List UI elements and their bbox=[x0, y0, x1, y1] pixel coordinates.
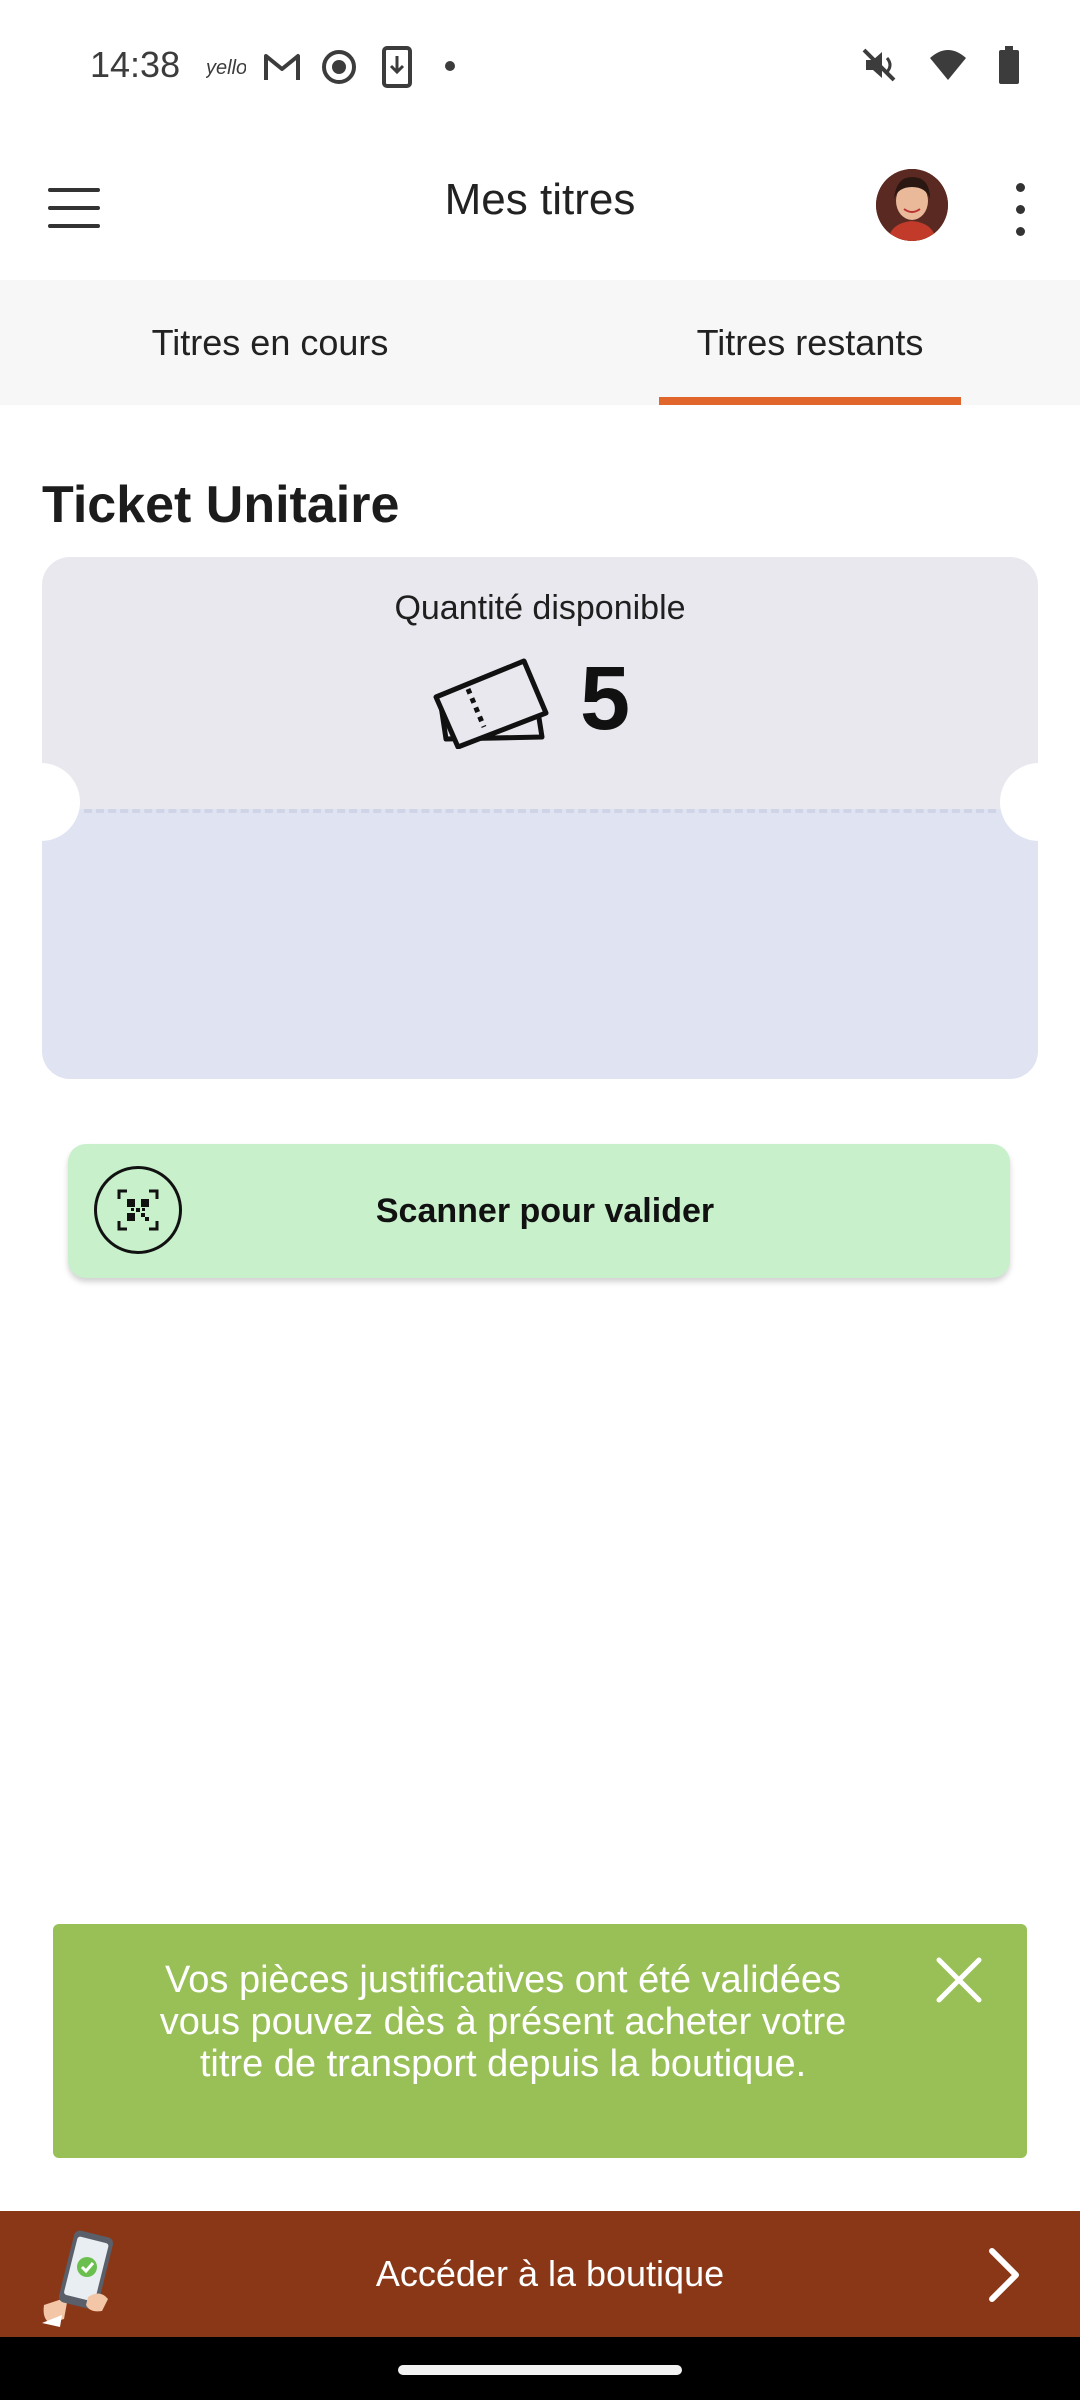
tab-bar: Titres en cours Titres restants bbox=[0, 280, 1080, 405]
system-nav-bar bbox=[0, 2337, 1080, 2400]
gmail-icon bbox=[264, 54, 300, 80]
mute-icon bbox=[862, 48, 896, 82]
shop-button[interactable]: Accéder à la boutique bbox=[0, 2211, 1080, 2337]
ticket-card: Quantité disponible 5 Scanner pour valid… bbox=[38, 557, 1042, 1278]
tab-titres-en-cours[interactable]: Titres en cours bbox=[0, 280, 540, 405]
ticket-perforation bbox=[84, 809, 996, 813]
ticket-icon bbox=[433, 658, 549, 749]
record-icon bbox=[322, 50, 356, 84]
shop-label: Accéder à la boutique bbox=[375, 2253, 725, 2294]
tab-indicator bbox=[659, 397, 961, 405]
svg-text:yello: yello bbox=[206, 57, 246, 79]
home-gesture-handle[interactable] bbox=[398, 2365, 682, 2375]
dot-icon bbox=[445, 61, 455, 71]
scan-to-validate-button[interactable]: Scanner pour valider bbox=[68, 1144, 1010, 1278]
close-icon[interactable] bbox=[931, 1952, 987, 2008]
chevron-right-icon bbox=[989, 2248, 1019, 2302]
snackbar-message: Vos pièces justificatives ont été validé… bbox=[159, 1959, 847, 2085]
tab-titres-restants[interactable]: Titres restants bbox=[540, 280, 1080, 405]
quantity-value: 5 bbox=[580, 648, 631, 749]
wifi-icon bbox=[930, 50, 966, 80]
status-bar: 14:38 yello bbox=[0, 0, 1080, 135]
more-vert-icon[interactable] bbox=[1000, 175, 1040, 245]
ticket-card-bottom: Scanner pour valider bbox=[42, 809, 1038, 1278]
app-bar: Mes titres bbox=[0, 135, 1080, 280]
scan-button-label: Scanner pour valider bbox=[375, 1192, 715, 1230]
quantity-label: Quantité disponible bbox=[394, 589, 686, 627]
snackbar: Vos pièces justificatives ont été validé… bbox=[53, 1924, 1027, 2158]
section-title: Ticket Unitaire bbox=[42, 476, 400, 534]
battery-icon bbox=[999, 46, 1019, 84]
status-time: 14:38 bbox=[90, 44, 181, 85]
download-icon bbox=[382, 46, 412, 88]
ticket-card-top: Quantité disponible 5 bbox=[42, 557, 1038, 809]
yello-icon: yello bbox=[206, 57, 246, 79]
avatar[interactable] bbox=[876, 169, 948, 241]
